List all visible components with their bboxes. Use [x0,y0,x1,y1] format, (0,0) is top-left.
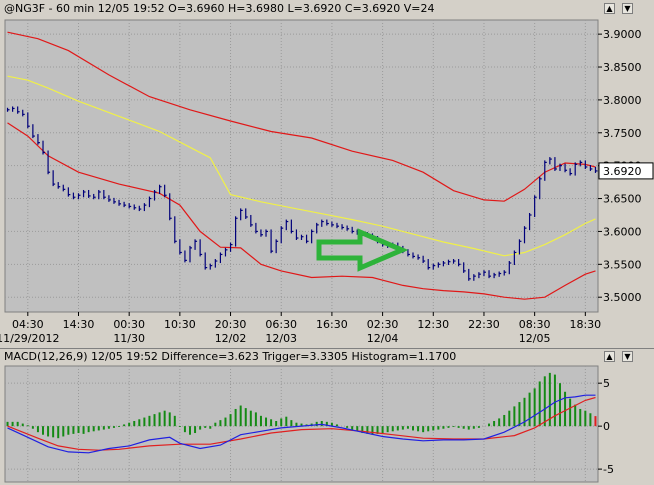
time-axis: 04:3011/29/201214:30 00:3011/30 10:30 20:30… [0,312,601,345]
price-y-tick-label: 3.5500 [603,258,642,271]
price-y-tick-label: 3.7500 [603,127,642,140]
price-y-tick-label: 3.8500 [603,61,642,74]
price-panel: @NG3F - 60 min 12/05 19:52 O=3.6960 H=3.… [0,0,654,346]
time-tick-label: 14:30 [63,318,95,331]
date-tick-label: 11/29/2012 [0,332,60,345]
price-y-tick-label: 3.9000 [603,28,642,41]
time-tick-label: 18:30 [569,318,601,331]
date-tick-label: 12/04 [367,332,399,345]
date-tick-label: 12/03 [265,332,297,345]
time-tick-label: 16:30 [316,318,348,331]
macd-chart[interactable]: 5 0 -5 [0,349,654,485]
price-y-tick-label: 3.5000 [603,291,642,304]
last-price-label: 3.6920 [603,165,642,178]
macd-y-tick-label: 0 [603,420,610,433]
time-tick-label: 08:30 [519,318,551,331]
date-tick-label: 12/05 [519,332,551,345]
date-tick-label: 11/30 [113,332,145,345]
date-tick-label: 12/02 [215,332,247,345]
macd-y-tick-label: 5 [603,377,610,390]
last-price-marker: 3.6920 [598,162,654,180]
time-tick-label: 22:30 [468,318,500,331]
macd-y-axis: 5 0 -5 [598,377,614,476]
time-tick-label: 04:30 [12,318,44,331]
price-y-tick-label: 3.8000 [603,94,642,107]
price-chart[interactable]: 3.90003.85003.80003.75003.70003.65003.60… [0,0,654,346]
macd-y-tick-label: -5 [603,463,614,476]
macd-panel: MACD(12,26,9) 12/05 19:52 Difference=3.6… [0,348,654,485]
time-tick-label: 00:30 [113,318,145,331]
time-tick-label: 20:30 [215,318,247,331]
time-tick-label: 10:30 [164,318,196,331]
time-tick-label: 12:30 [417,318,449,331]
price-y-tick-label: 3.6000 [603,225,642,238]
time-tick-label: 02:30 [367,318,399,331]
time-tick-label: 06:30 [265,318,297,331]
price-y-tick-label: 3.6500 [603,193,642,206]
